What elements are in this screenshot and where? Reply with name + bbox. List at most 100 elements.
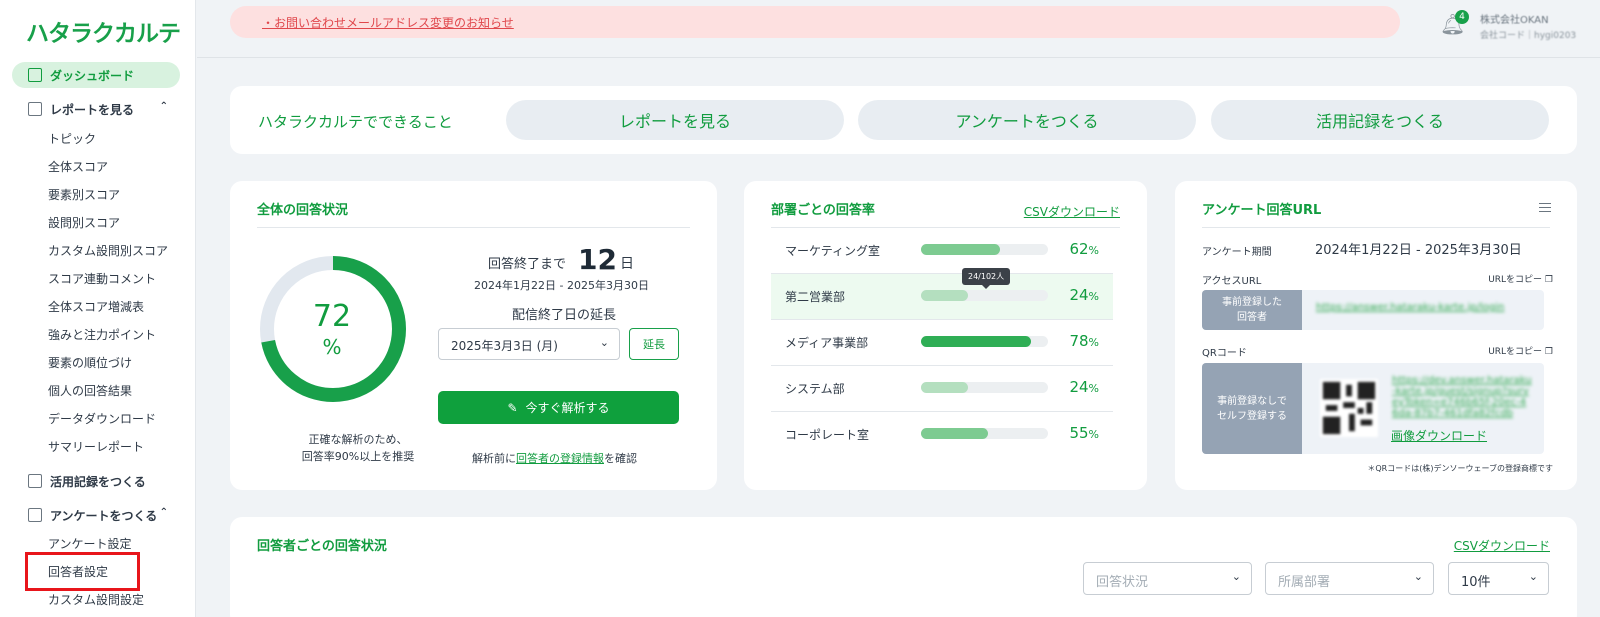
card-title: 回答者ごとの回答状況 bbox=[257, 539, 387, 554]
divider bbox=[257, 227, 690, 228]
qr-code-image bbox=[1320, 379, 1378, 437]
sidebar-subitem-element-score[interactable]: 要素別スコア bbox=[48, 186, 120, 203]
sidebar-subitem-data-download[interactable]: データダウンロード bbox=[48, 410, 156, 427]
end-date-value: 2025年3月3日 (月) bbox=[451, 339, 558, 353]
image-download-link[interactable]: 画像ダウンロード bbox=[1391, 427, 1487, 444]
sidebar-subitem-individual-results[interactable]: 個人の回答結果 bbox=[48, 382, 132, 399]
note-line: 回答率90%以上を推奨 bbox=[301, 450, 415, 463]
department-row[interactable]: コーポレート室 55% bbox=[771, 412, 1113, 458]
rate-bar-track bbox=[921, 290, 1048, 301]
divider bbox=[1202, 227, 1550, 228]
extend-button[interactable]: 延長 bbox=[629, 328, 679, 360]
period-value: 2024年1月22日 - 2025年3月30日 bbox=[1315, 243, 1522, 258]
access-url-label: アクセスURL bbox=[1202, 276, 1262, 287]
department-filter-select[interactable]: 所属部署 ⌄ bbox=[1265, 562, 1434, 595]
note-line: 正確な解析のため、 bbox=[308, 433, 408, 446]
sidebar-subitem-topic[interactable]: トピック bbox=[48, 130, 96, 147]
department-name: 第二営業部 bbox=[785, 290, 846, 304]
copy-qr-url-button[interactable]: URLをコピー ❐ bbox=[1488, 344, 1553, 357]
create-survey-button[interactable]: アンケートをつくる bbox=[858, 100, 1196, 140]
create-record-button[interactable]: 活用記録をつくる bbox=[1211, 100, 1549, 140]
sidebar-subitem-question-score[interactable]: 設問別スコア bbox=[48, 214, 120, 231]
registered-url-link[interactable]: https://answer.hataraku-karte.jp/login bbox=[1316, 302, 1504, 313]
card-title: 部署ごとの回答率 bbox=[771, 203, 875, 218]
sidebar-item-report[interactable]: レポートを見る ⌃ bbox=[12, 96, 180, 122]
registered-tag: 事前登録した 回答者 bbox=[1202, 290, 1302, 330]
rate-bar-track bbox=[921, 244, 1048, 255]
sidebar-item-dashboard[interactable]: ダッシュボード bbox=[12, 62, 180, 88]
copy-label: URLをコピー bbox=[1488, 275, 1543, 285]
chevron-down-icon: ⌄ bbox=[599, 336, 609, 349]
rate-bar-fill bbox=[921, 428, 989, 439]
period-label: アンケート期間 bbox=[1202, 247, 1272, 258]
rate-value: 62 bbox=[1069, 240, 1089, 258]
department-rate: 24% bbox=[1069, 286, 1099, 304]
copy-icon: ❐ bbox=[1544, 347, 1553, 357]
self-signup-url-link[interactable]: https://dev.answer.hataraku-karte.jp/gue… bbox=[1392, 375, 1532, 419]
company-code: 会社コード｜hygi0203 bbox=[1480, 31, 1577, 41]
dashboard-icon bbox=[28, 68, 42, 82]
sidebar-subitem-overall-score[interactable]: 全体スコア bbox=[48, 158, 108, 175]
view-report-button[interactable]: レポートを見る bbox=[506, 100, 844, 140]
department-rate-card: 部署ごとの回答率 CSVダウンロード マーケティング室 62% 第二営業部 24… bbox=[744, 181, 1147, 490]
survey-icon bbox=[28, 508, 42, 522]
department-row[interactable]: 第二営業部 24% bbox=[771, 274, 1113, 320]
status-filter-select[interactable]: 回答状況 ⌄ bbox=[1083, 562, 1252, 595]
department-row[interactable]: マーケティング室 62% bbox=[771, 228, 1113, 274]
rate-bar-fill bbox=[921, 336, 1032, 347]
sidebar-subitem-score-comment[interactable]: スコア連動コメント bbox=[48, 270, 156, 287]
sidebar-item-activity[interactable]: 活用記録をつくる bbox=[12, 468, 180, 494]
response-rate-value: 72 bbox=[312, 299, 352, 334]
respondent-csv-download-link[interactable]: CSVダウンロード bbox=[1454, 537, 1550, 554]
app-logo[interactable]: ハタラクカルテ bbox=[26, 14, 181, 48]
response-rate-note: 正確な解析のため、 回答率90%以上を推奨 bbox=[257, 431, 459, 465]
department-row[interactable]: メディア事業部 78% bbox=[771, 320, 1113, 366]
end-date-select[interactable]: 2025年3月3日 (月) ⌄ bbox=[438, 328, 620, 360]
tag-line: セルフ登録する bbox=[1217, 410, 1287, 422]
respondent-info-link[interactable]: 回答者の登録情報 bbox=[516, 452, 604, 465]
department-filter-placeholder: 所属部署 bbox=[1278, 575, 1331, 590]
card-title: アンケート回答URL bbox=[1202, 203, 1322, 218]
days-unit: 日 bbox=[620, 256, 634, 272]
per-page-select[interactable]: 10件 ⌄ bbox=[1448, 562, 1549, 595]
sidebar-item-survey[interactable]: アンケートをつくる ⌃ bbox=[12, 502, 180, 528]
days-remaining: 12 bbox=[578, 243, 617, 276]
notice-link[interactable]: ・お問い合わせメールアドレス変更のお知らせ bbox=[262, 14, 514, 31]
sidebar-item-label: ダッシュボード bbox=[50, 68, 135, 83]
department-name: メディア事業部 bbox=[785, 336, 869, 350]
chevron-up-icon: ⌃ bbox=[159, 101, 168, 112]
rate-value: 55 bbox=[1069, 424, 1089, 442]
department-name: マーケティング室 bbox=[785, 244, 881, 258]
department-rate: 24% bbox=[1069, 378, 1099, 396]
qr-label: QRコード bbox=[1202, 348, 1247, 359]
tag-line: 事前登録なしで bbox=[1217, 395, 1287, 407]
sidebar-subitem-ranking[interactable]: 要素の順位づけ bbox=[48, 354, 132, 371]
feature-card: ハタラクカルテでできること レポートを見る アンケートをつくる 活用記録をつくる bbox=[230, 86, 1577, 154]
card-title: 全体の回答状況 bbox=[257, 203, 349, 218]
chevron-up-icon: ⌃ bbox=[159, 507, 168, 518]
sidebar-item-label: アンケートをつくる bbox=[50, 508, 158, 523]
self-signup-box: 事前登録なしで セルフ登録する https://dev.answer.hatara… bbox=[1202, 363, 1544, 454]
sidebar-subitem-custom-question-score[interactable]: カスタム設問別スコア bbox=[48, 242, 168, 259]
department-rate: 62% bbox=[1069, 240, 1099, 258]
analyze-now-button[interactable]: ✎ 今すぐ解析する bbox=[438, 391, 679, 424]
copy-url-button[interactable]: URLをコピー ❐ bbox=[1488, 272, 1553, 285]
department-name: システム部 bbox=[785, 382, 845, 396]
department-csv-download-link[interactable]: CSVダウンロード bbox=[1024, 203, 1120, 220]
rate-bar-track bbox=[921, 428, 1048, 439]
rate-value: 24 bbox=[1069, 286, 1089, 304]
sidebar-subitem-summary-report[interactable]: サマリーレポート bbox=[48, 438, 144, 455]
copy-icon: ❐ bbox=[1544, 275, 1553, 285]
per-page-value: 10件 bbox=[1461, 575, 1491, 590]
sidebar-subitem-score-change[interactable]: 全体スコア増減表 bbox=[48, 298, 144, 315]
pencil-icon: ✎ bbox=[507, 400, 518, 415]
notice-banner: ・お問い合わせメールアドレス変更のお知らせ bbox=[230, 6, 1400, 38]
rate-bar-track bbox=[921, 336, 1048, 347]
sidebar-subitem-strengths[interactable]: 強みと注力ポイント bbox=[48, 326, 156, 343]
sidebar-subitem-custom-question-settings[interactable]: カスタム設問設定 bbox=[48, 591, 144, 608]
department-row[interactable]: システム部 24% bbox=[771, 366, 1113, 412]
company-name: 株式会社OKAN bbox=[1480, 15, 1549, 26]
sidebar-subitem-survey-settings[interactable]: アンケート設定 bbox=[48, 535, 132, 552]
survey-url-card: アンケート回答URL アンケート期間 2024年1月22日 - 2025年3月3… bbox=[1175, 181, 1577, 490]
menu-icon[interactable] bbox=[1539, 203, 1551, 212]
